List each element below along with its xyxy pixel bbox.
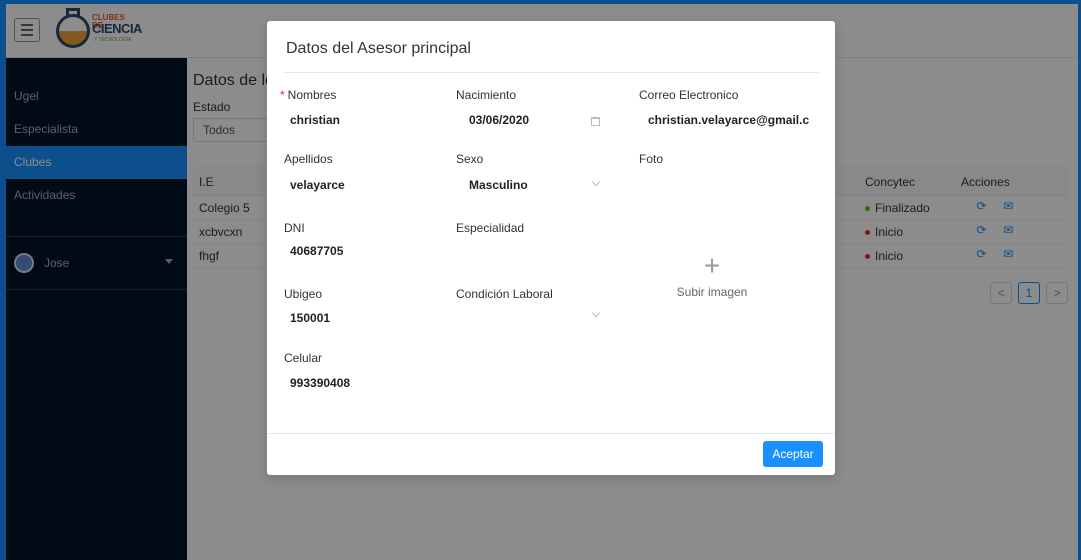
upload-label: Subir imagen <box>676 285 748 299</box>
nacimiento-label: Nacimiento <box>456 88 517 102</box>
nombres-label: * Nombres <box>280 88 337 102</box>
dni-label: DNI <box>284 221 305 235</box>
sexo-select[interactable]: Masculino <box>469 178 528 192</box>
foto-label: Foto <box>639 152 664 166</box>
ubigeo-field[interactable]: 150001 <box>290 311 330 325</box>
especialidad-label: Especialidad <box>456 221 525 235</box>
condicion-laboral-label: Condición Laboral <box>456 287 553 301</box>
correo-field[interactable]: christian.velayarce@gmail.c <box>648 113 823 127</box>
chevron-down-icon[interactable] <box>591 177 601 187</box>
celular-label: Celular <box>284 351 323 365</box>
correo-label: Correo Electronico <box>639 88 739 102</box>
modal-title: Datos del Asesor principal <box>286 40 471 57</box>
apellidos-label: Apellidos <box>284 152 333 166</box>
plus-icon: + <box>703 250 721 281</box>
nombres-field[interactable]: christian <box>290 113 340 127</box>
image-upload[interactable]: + Subir imagen <box>632 181 792 321</box>
asesor-modal: Datos del Asesor principal * Nombres chri… <box>267 21 835 475</box>
celular-field[interactable]: 993390408 <box>290 376 350 390</box>
modal-footer-divider <box>267 433 835 434</box>
dni-field[interactable]: 40687705 <box>290 244 343 258</box>
sexo-label: Sexo <box>456 152 484 166</box>
calendar-icon[interactable] <box>591 117 600 126</box>
aceptar-button[interactable]: Aceptar <box>763 441 823 467</box>
chevron-down-icon[interactable] <box>591 308 601 318</box>
required-mark: * <box>280 88 285 102</box>
modal-divider <box>283 72 819 73</box>
apellidos-field[interactable]: velayarce <box>290 178 345 192</box>
nacimiento-datepicker[interactable]: 03/06/2020 <box>469 113 529 127</box>
ubigeo-label: Ubigeo <box>284 287 323 301</box>
